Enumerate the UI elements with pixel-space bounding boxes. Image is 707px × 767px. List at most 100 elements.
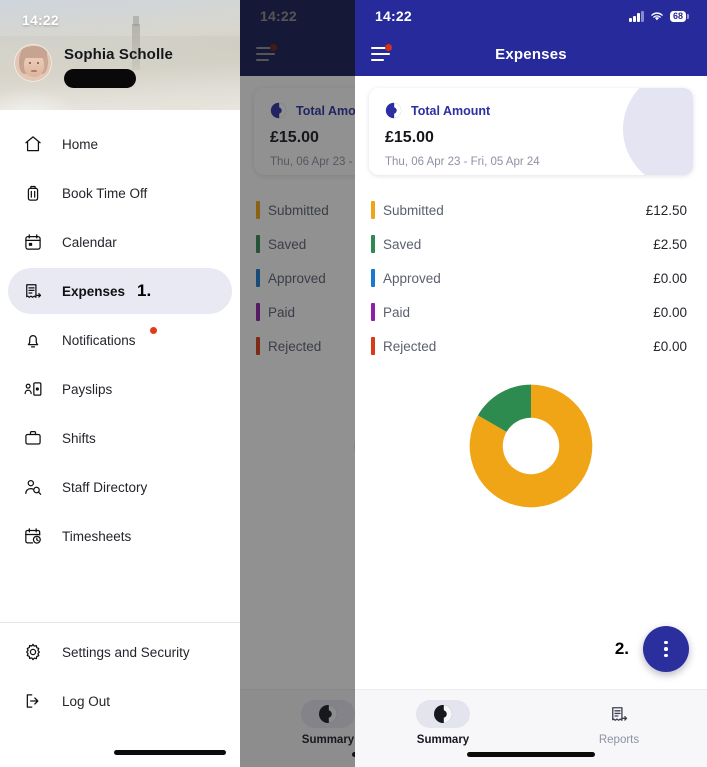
drawer-menu-bottom: Settings and Security Log Out xyxy=(0,610,240,727)
sidebar-item-label: Payslips xyxy=(62,381,113,397)
status-color-bar xyxy=(371,235,375,253)
more-options-fab[interactable] xyxy=(643,626,689,672)
sidebar-item-label: Timesheets xyxy=(62,528,132,544)
status-label: Approved xyxy=(268,270,326,286)
menu-notification-dot xyxy=(270,44,277,51)
status-row[interactable]: Saved £2.50 xyxy=(371,227,687,261)
receipt-icon xyxy=(612,707,628,721)
sidebar-item-log-out[interactable]: Log Out xyxy=(8,678,232,724)
sidebar-item-payslips[interactable]: Payslips xyxy=(8,366,232,412)
pie-chart-icon xyxy=(319,705,337,723)
tab-label: Summary xyxy=(416,734,470,746)
status-label: Submitted xyxy=(383,202,444,218)
sidebar-item-label: Book Time Off xyxy=(62,185,148,201)
expenses-screen: 14:22 68 Expenses Total Amount £15.00 Th… xyxy=(355,0,707,767)
tab-label: Summary xyxy=(301,734,355,746)
status-color-bar xyxy=(371,337,375,355)
status-row[interactable]: Submitted£12.50 xyxy=(256,193,355,227)
donut-chart xyxy=(254,373,355,519)
sidebar-item-notifications[interactable]: Notifications xyxy=(8,317,232,363)
person-search-icon xyxy=(22,476,44,498)
status-color-bar xyxy=(256,337,260,355)
hamburger-menu-icon[interactable] xyxy=(256,44,280,63)
status-color-bar xyxy=(371,269,375,287)
sidebar-item-book-time-off[interactable]: Book Time Off xyxy=(8,170,232,216)
gear-icon xyxy=(22,641,44,663)
screen-content: Total Amount £15.00 Thu, 06 Apr 23 - Fri… xyxy=(240,88,355,519)
avatar xyxy=(14,44,52,82)
step-marker-2: 2. xyxy=(614,639,629,658)
status-label: Saved xyxy=(383,236,422,252)
status-row[interactable]: Submitted £12.50 xyxy=(371,193,687,227)
tab-label: Reports xyxy=(598,734,640,746)
drawer-divider xyxy=(0,622,240,623)
fab-row: 2. xyxy=(615,626,689,672)
app-bar: 14:22 68 Expenses xyxy=(240,0,355,76)
sidebar-item-label: Staff Directory xyxy=(62,479,148,495)
sidebar-item-timesheets[interactable]: Timesheets xyxy=(8,513,232,559)
status-label: Saved xyxy=(268,236,307,252)
status-bar-time: 14:22 xyxy=(260,8,297,24)
status-row[interactable]: Paid£0.00 xyxy=(256,295,355,329)
status-label: Paid xyxy=(383,304,411,320)
step-marker-1: 1. xyxy=(137,281,152,300)
navigation-drawer: 14:22 Sophia Scholle Home Book Time Off Ca… xyxy=(0,0,240,767)
sidebar-item-settings-and-security[interactable]: Settings and Security xyxy=(8,629,232,675)
status-bar: 14:22 68 xyxy=(355,0,707,32)
suitcase-icon xyxy=(22,182,44,204)
status-amount: £2.50 xyxy=(653,236,687,252)
app-bar: 14:22 68 Expenses xyxy=(355,0,707,76)
tab-summary[interactable]: Summary xyxy=(240,690,355,767)
home-indicator-drawer xyxy=(114,750,226,755)
status-label: Approved xyxy=(383,270,441,286)
sidebar-item-label: Settings and Security xyxy=(62,644,190,660)
status-row[interactable]: Paid£0.00 xyxy=(371,295,687,329)
status-row[interactable]: Rejected £0.00 xyxy=(371,329,687,363)
donut-chart xyxy=(369,373,693,519)
donut-chart-svg xyxy=(354,439,355,453)
sidebar-item-home[interactable]: Home xyxy=(8,121,232,167)
page-title: Expenses xyxy=(495,45,567,63)
screenshot-root: 14:22 Sophia Scholle Home Book Time Off Ca… xyxy=(0,0,707,767)
drawer-header: 14:22 Sophia Scholle xyxy=(0,0,240,110)
battery-icon: 68 xyxy=(669,10,689,22)
status-bar-time: 14:22 xyxy=(375,8,412,24)
card-date-range: Thu, 06 Apr 23 - Fri, 05 Apr 24 xyxy=(270,156,355,168)
pie-chart-icon xyxy=(385,102,402,119)
card-amount: £15.00 xyxy=(270,129,319,146)
sidebar-item-calendar[interactable]: Calendar xyxy=(8,219,232,265)
status-color-bar xyxy=(256,303,260,321)
sidebar-item-shifts[interactable]: Shifts xyxy=(8,415,232,461)
total-amount-card[interactable]: Total Amount £15.00 Thu, 06 Apr 23 - Fri… xyxy=(369,88,693,175)
dimmed-background-screen[interactable]: 14:22 68 Expenses xyxy=(240,0,355,767)
status-row[interactable]: Approved£0.00 xyxy=(256,261,355,295)
briefcase-icon xyxy=(22,427,44,449)
status-amount: £12.50 xyxy=(645,202,687,218)
status-color-bar xyxy=(371,303,375,321)
sidebar-item-label: Notifications xyxy=(62,332,136,348)
status-row[interactable]: Saved£2.50 xyxy=(256,227,355,261)
status-row[interactable]: Rejected£0.00 xyxy=(256,329,355,363)
redacted-profile-detail xyxy=(64,69,136,88)
status-label: Rejected xyxy=(383,338,437,354)
profile-name: Sophia Scholle xyxy=(64,46,173,63)
card-title: Total Amount xyxy=(411,103,491,118)
bell-icon xyxy=(22,329,44,351)
sidebar-item-label: Home xyxy=(62,136,99,152)
profile-summary[interactable]: Sophia Scholle xyxy=(14,44,173,88)
status-row[interactable]: Approved£0.00 xyxy=(371,261,687,295)
status-breakdown-list: Submitted£12.50Saved£2.50Approved£0.00Pa… xyxy=(369,193,693,363)
hamburger-menu-icon[interactable] xyxy=(371,44,395,63)
sidebar-item-expenses[interactable]: Expenses 1. xyxy=(8,268,232,314)
sidebar-item-label: Calendar xyxy=(62,234,117,250)
status-bar: 14:22 68 xyxy=(240,0,355,32)
status-amount: £0.00 xyxy=(653,338,687,354)
bottom-navigation: SummaryReports xyxy=(240,689,355,767)
total-amount-card[interactable]: Total Amount £15.00 Thu, 06 Apr 23 - Fri… xyxy=(254,88,355,175)
sidebar-item-label: Shifts xyxy=(62,430,96,446)
card-amount: £15.00 xyxy=(385,129,434,146)
wifi-icon xyxy=(651,12,663,20)
status-label: Rejected xyxy=(268,338,322,354)
sidebar-item-staff-directory[interactable]: Staff Directory xyxy=(8,464,232,510)
nav-bar: Expenses xyxy=(240,32,355,76)
